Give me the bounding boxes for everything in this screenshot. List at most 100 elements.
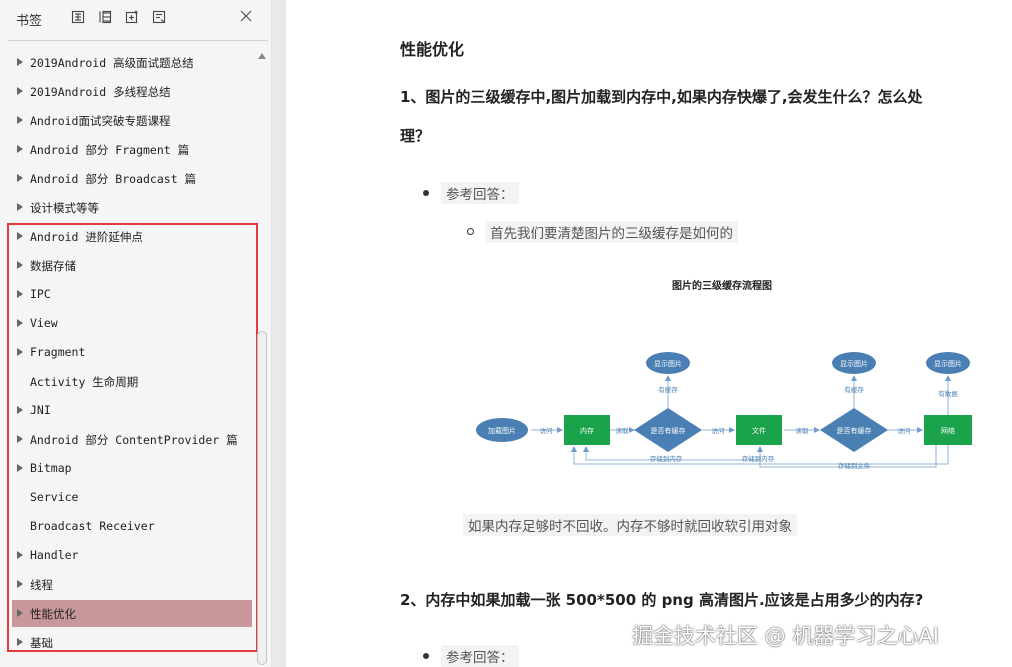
sidebar-item-label: 设计模式等等: [30, 201, 99, 215]
expand-arrow-icon[interactable]: [16, 231, 24, 241]
expand-arrow-icon[interactable]: [16, 202, 24, 212]
question-2: 2、内存中如果加载一张 500*500 的 png 高清图片.应该是占用多少的内…: [400, 591, 924, 609]
bullet-icon: [423, 653, 429, 659]
sidebar-item-label: Fragment: [30, 345, 86, 359]
scroll-up-icon[interactable]: [258, 53, 266, 59]
sub-bullet-icon: [467, 228, 474, 235]
sidebar-item[interactable]: JNI: [12, 397, 252, 424]
svg-text:显示图片: 显示图片: [934, 359, 962, 368]
expand-arrow-icon[interactable]: [16, 115, 24, 125]
edge-label-has-data: 有数据: [938, 389, 958, 398]
sidebar-title: 书签: [16, 14, 43, 29]
sidebar-item[interactable]: Handler: [12, 542, 252, 569]
scrollbar-thumb[interactable]: [257, 331, 267, 665]
expand-all-icon[interactable]: [70, 9, 86, 25]
sidebar-item[interactable]: IPC: [12, 281, 252, 308]
expand-arrow-icon[interactable]: [16, 260, 24, 270]
watermark: 掘金技术社区 @ 机器学习之心AI: [632, 624, 939, 648]
edge-label-visit-3: 访问: [898, 426, 911, 435]
sidebar-item[interactable]: Android 进阶延伸点: [12, 223, 252, 250]
sidebar-scrollbar[interactable]: [257, 49, 267, 667]
expand-arrow-icon[interactable]: [16, 550, 24, 560]
sidebar-item[interactable]: Fragment: [12, 339, 252, 366]
sidebar-item-label: Bitmap: [30, 461, 72, 475]
bookmark-sidebar: 书签 2019Android 高级面试题总结 2019Android 多线程总结 A: [0, 0, 272, 667]
diagram-explanation: 如果内存足够时不回收。内存不够时就回收软引用对象: [463, 514, 797, 536]
edge-label-visit-1: 访问: [540, 426, 553, 435]
sidebar-item[interactable]: Bitmap: [12, 455, 252, 482]
sidebar-item[interactable]: Service: [12, 484, 252, 511]
sidebar-item[interactable]: Android面试突破专题课程: [12, 107, 252, 134]
edge-label-store-file: 存储到文件: [838, 461, 871, 470]
sidebar-item[interactable]: Android 部分 Fragment 篇: [12, 136, 252, 163]
sidebar-item-label: View: [30, 316, 58, 330]
sidebar-item-label: Broadcast Receiver: [30, 519, 155, 533]
expand-arrow-icon[interactable]: [16, 637, 24, 647]
sidebar-item-label: 2019Android 高级面试题总结: [30, 56, 194, 70]
expand-arrow-icon[interactable]: [16, 86, 24, 96]
svg-text:显示图片: 显示图片: [654, 359, 682, 368]
edge-label-has-cache-a: 有缓存: [658, 385, 678, 394]
sidebar-item-label: 数据存储: [30, 259, 76, 273]
close-icon[interactable]: [238, 8, 254, 24]
bullet-icon: [423, 190, 429, 196]
sidebar-item-label: Handler: [30, 548, 79, 562]
sidebar-item[interactable]: Android 部分 Broadcast 篇: [12, 165, 252, 192]
expand-arrow-icon[interactable]: [16, 289, 24, 299]
sidebar-item-label: Activity 生命周期: [30, 375, 139, 389]
expand-arrow-icon[interactable]: [16, 405, 24, 415]
question-1-line-2: 理？: [400, 127, 431, 145]
sidebar-item-label: 基础: [30, 636, 53, 650]
collapse-all-icon[interactable]: [97, 9, 113, 25]
expand-arrow-icon[interactable]: [16, 144, 24, 154]
svg-text:加载图片: 加载图片: [488, 426, 516, 435]
expand-arrow-icon[interactable]: [16, 579, 24, 589]
edge-label-store-memory-2: 存储到内存: [742, 454, 775, 463]
sidebar-item[interactable]: Activity 生命周期: [12, 368, 252, 395]
expand-arrow-icon[interactable]: [16, 347, 24, 357]
sidebar-item[interactable]: 2019Android 多线程总结: [12, 78, 252, 105]
bookmark-settings-icon[interactable]: [151, 9, 167, 25]
svg-text:文件: 文件: [752, 426, 766, 435]
add-bookmark-icon[interactable]: [124, 9, 140, 25]
sidebar-header: 书签: [0, 0, 272, 36]
document-page: 性能优化 1、图片的三级缓存中,图片加载到内存中,如果内存快爆了,会发生什么？怎…: [286, 0, 1012, 667]
sidebar-item[interactable]: Android 部分 ContentProvider 篇: [12, 426, 252, 453]
expand-arrow-icon[interactable]: [16, 173, 24, 183]
diagram-title: 图片的三级缓存流程图: [672, 279, 772, 292]
sidebar-item[interactable]: 基础: [12, 629, 252, 656]
expand-arrow-icon[interactable]: [16, 608, 24, 618]
sidebar-item[interactable]: View: [12, 310, 252, 337]
three-level-cache-diagram: 图片的三级缓存流程图 加载图片 内存 是否有缓存 文件 是否有缓存 网络 显示图…: [470, 272, 998, 482]
sidebar-item-label: Service: [30, 490, 79, 504]
expand-arrow-icon[interactable]: [16, 318, 24, 328]
sidebar-item[interactable]: Broadcast Receiver: [12, 513, 252, 540]
expand-arrow-icon[interactable]: [16, 434, 24, 444]
sidebar-item-label: Android 部分 Broadcast 篇: [30, 172, 197, 186]
svg-text:显示图片: 显示图片: [840, 359, 868, 368]
edge-label-read-1: 读取: [616, 426, 630, 435]
panel-gutter: [272, 0, 286, 667]
sidebar-item-label: Android 部分 Fragment 篇: [30, 143, 190, 157]
section-title: 性能优化: [400, 40, 465, 59]
answer-label-1: 参考回答：: [441, 182, 519, 204]
sidebar-item[interactable]: 设计模式等等: [12, 194, 252, 221]
expand-arrow-icon[interactable]: [16, 57, 24, 67]
sub-answer-1: 首先我们要清楚图片的三级缓存是如何的: [485, 221, 738, 243]
edge-label-visit-2: 访问: [712, 426, 725, 435]
sidebar-item[interactable]: 线程: [12, 571, 252, 598]
sidebar-item[interactable]: 性能优化: [12, 600, 252, 627]
sidebar-divider: [8, 40, 268, 41]
sidebar-item-label: Android 进阶延伸点: [30, 230, 143, 244]
sidebar-item-label: 性能优化: [30, 607, 76, 621]
sidebar-item-label: Android 部分 ContentProvider 篇: [30, 433, 238, 447]
edge-label-store-memory-1: 存储到内存: [650, 454, 683, 463]
answer-label-2: 参考回答：: [441, 645, 519, 667]
sidebar-item-label: IPC: [30, 287, 51, 301]
sidebar-item-label: Android面试突破专题课程: [30, 114, 171, 128]
sidebar-item[interactable]: 数据存储: [12, 252, 252, 279]
edge-label-read-2: 读取: [796, 426, 810, 435]
svg-text:内存: 内存: [580, 426, 594, 435]
sidebar-item[interactable]: 2019Android 高级面试题总结: [12, 49, 252, 76]
expand-arrow-icon[interactable]: [16, 463, 24, 473]
